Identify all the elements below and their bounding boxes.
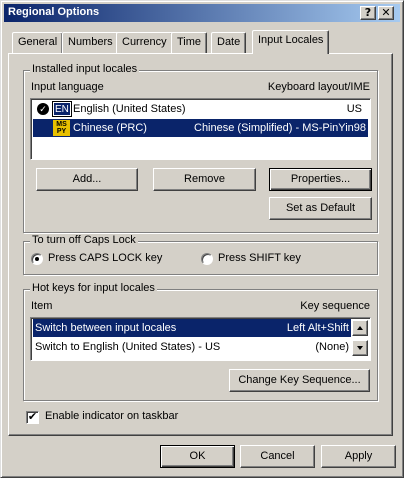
caps-lock-group: To turn off Caps Lock Press CAPS LOCK ke… [23,234,378,275]
title-bar[interactable]: Regional Options ? ✕ [4,4,400,22]
enable-indicator-checkbox[interactable]: ✔ [26,411,39,424]
arrow-down-icon [357,346,363,350]
table-row[interactable]: Switch to English (United States) - US (… [33,338,351,356]
caps-lock-key-label[interactable]: Press CAPS LOCK key [48,252,162,264]
tab-numbers[interactable]: Numbers [62,32,119,53]
column-header-input-language: Input language [31,81,104,93]
table-row[interactable]: Switch between input locales Left Alt+Sh… [33,319,351,337]
tab-time[interactable]: Time [171,32,208,53]
scroll-down-button[interactable] [352,340,368,356]
add-button[interactable]: Add... [36,168,138,191]
regional-options-dialog: Regional Options ? ✕ General Numbers Cur… [0,0,404,478]
radio-selected-dot [35,257,39,261]
ms-pinyin-icon: MS PY [53,120,70,136]
ok-button[interactable]: OK [160,445,235,468]
installed-locales-group-label: Installed input locales [30,63,140,75]
shift-key-label[interactable]: Press SHIFT key [218,252,301,264]
en-badge-icon: EN [52,101,72,117]
set-as-default-button[interactable]: Set as Default [269,197,372,220]
hotkey-item: Switch to English (United States) - US [35,341,221,353]
shift-key-radio[interactable] [201,253,213,265]
tab-content-panel: Installed input locales Input language K… [8,53,393,436]
column-header-key-sequence: Key sequence [300,300,370,312]
locale-language: English (United States) [73,103,186,115]
caps-lock-key-radio[interactable] [31,253,43,265]
hotkey-sequence: Left Alt+Shift [286,322,349,334]
apply-button[interactable]: Apply [321,445,396,468]
installed-locales-group: Installed input locales Input language K… [23,63,378,233]
list-item[interactable]: MS PY Chinese (PRC) Chinese (Simplified)… [33,119,368,137]
default-check-icon: ✓ [37,103,49,115]
column-header-item: Item [31,300,53,312]
installed-locales-list[interactable]: ✓ EN English (United States) US MS PY Ch… [30,98,371,160]
tab-general[interactable]: General [12,32,64,53]
caps-lock-group-label: To turn off Caps Lock [30,234,138,246]
locale-language: Chinese (PRC) [73,122,147,134]
tab-date[interactable]: Date [211,32,247,53]
window-title: Regional Options [8,6,100,18]
column-header-keyboard-layout: Keyboard layout/IME [267,81,370,93]
properties-button[interactable]: Properties... [269,168,372,191]
arrow-up-icon [357,326,363,330]
locale-layout: US [346,103,362,115]
hotkey-sequence: (None) [315,341,349,353]
hot-keys-group: Hot keys for input locales Item Key sequ… [23,282,378,401]
remove-button[interactable]: Remove [153,168,256,191]
change-key-sequence-button[interactable]: Change Key Sequence... [229,369,370,392]
enable-indicator-label[interactable]: Enable indicator on taskbar [45,410,178,422]
hot-keys-group-label: Hot keys for input locales [30,282,157,294]
hot-keys-list[interactable]: Switch between input locales Left Alt+Sh… [30,317,371,361]
help-button[interactable]: ? [360,6,376,20]
tab-currency[interactable]: Currency [116,32,173,53]
close-button[interactable]: ✕ [378,6,394,20]
tab-input-locales[interactable]: Input Locales [252,30,330,54]
hotkey-item: Switch between input locales [35,322,177,334]
list-item[interactable]: ✓ EN English (United States) US [33,100,368,118]
cancel-button[interactable]: Cancel [240,445,315,468]
locale-layout: Chinese (Simplified) - MS-PinYin98 [194,122,366,134]
scroll-up-button[interactable] [352,320,368,336]
